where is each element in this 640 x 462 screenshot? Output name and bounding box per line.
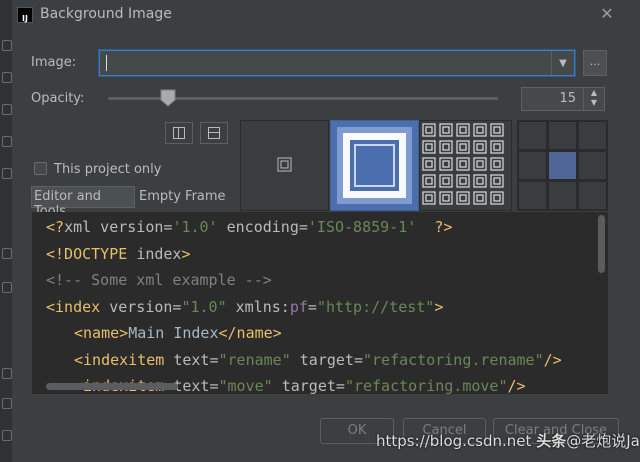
fill-option-tile[interactable] [419,120,512,211]
split-horizontal-toggle[interactable] [200,122,228,144]
window-title: Background Image [40,6,172,22]
split-vertical-icon [173,127,185,139]
image-label: Image: [31,55,77,70]
opacity-slider-thumb[interactable] [160,89,176,107]
fill-option-scale[interactable] [330,120,419,211]
anchor-grid-icon [517,120,608,211]
tab-empty-frame[interactable]: Empty Frame [139,186,226,204]
tab-editor-and-tools[interactable]: Editor and Tools [31,186,135,219]
anchor-grid[interactable] [517,120,608,211]
watermark: https://blog.csdn.net 头条@老炮说Java [376,430,640,451]
tile-fill-icon [422,123,504,205]
scale-fill-icon [337,127,412,204]
intellij-app-icon: IJ [17,7,33,23]
fill-option-center[interactable] [240,120,329,211]
watermark-handle: @老炮说Java [566,432,640,450]
chevron-down-icon[interactable]: ▼ [551,51,574,75]
watermark-brand: 头条 [536,432,567,450]
text-caret [106,55,107,71]
split-horizontal-icon [208,127,220,139]
split-vertical-toggle[interactable] [165,122,193,144]
code-preview-editor[interactable]: <?xml version='1.0' encoding='ISO-8859-1… [32,212,608,394]
image-path-combobox[interactable]: ▼ [99,50,575,76]
opacity-label: Opacity: [31,91,85,106]
code-line-4: <index version="1.0" xmlns:pf="http://te… [46,297,444,316]
code-line-1: <?xml version='1.0' encoding='ISO-8859-1… [46,218,453,236]
editor-vertical-scrollbar[interactable] [598,215,605,273]
center-fill-icon [277,157,292,172]
browse-button[interactable]: ... [583,50,607,76]
watermark-url: https://blog.csdn.net [376,432,532,450]
opacity-value[interactable]: 15 [559,91,576,106]
code-line-3: <!-- Some xml example --> [46,271,272,289]
code-line-6: <indexitem text="rename" target="refacto… [74,350,562,369]
code-line-5: <name>Main Index</name> [74,324,282,342]
close-icon[interactable]: ✕ [598,4,616,23]
code-line-2: <!DOCTYPE index> [46,244,191,263]
spinner-arrows-icon[interactable]: ▲ ▼ [583,88,604,110]
background-window-strip [0,0,12,462]
editor-horizontal-scrollbar[interactable] [46,383,178,390]
this-project-only-label[interactable]: This project only [54,162,161,177]
this-project-only-checkbox[interactable] [34,162,47,175]
opacity-spinner[interactable]: 15 ▲ ▼ [521,87,605,111]
